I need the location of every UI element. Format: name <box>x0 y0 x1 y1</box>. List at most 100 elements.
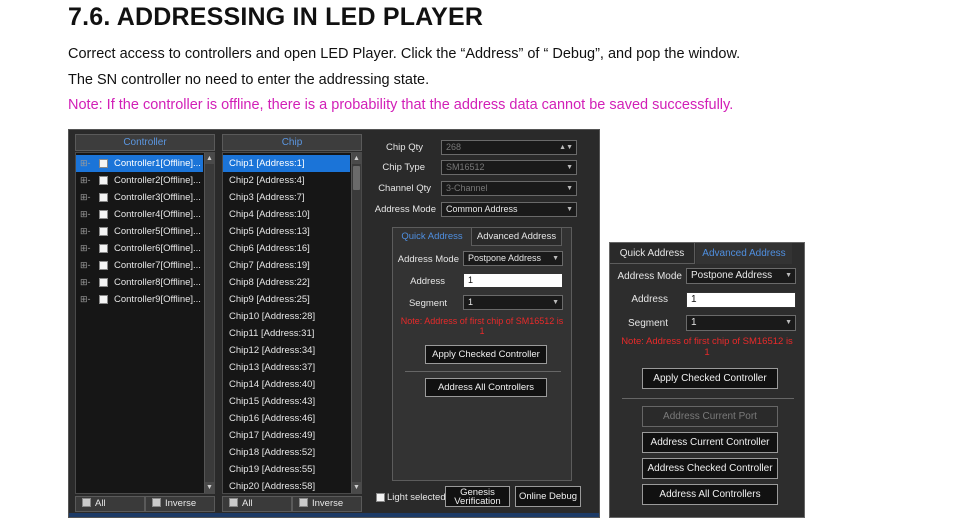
controller-name: Controller6[Offline]... <box>114 243 201 254</box>
segment-label: Segment <box>627 318 668 329</box>
chip-list-item[interactable]: Chip19 [Address:55] <box>223 461 350 478</box>
controller-list: ⊞- Controller1[Offline]... ⊞- Controller2[O… <box>75 152 215 494</box>
chip-list-item[interactable]: Chip5 [Address:13] <box>223 223 350 240</box>
tree-expand-icon[interactable]: ⊞- <box>80 291 91 308</box>
chip-list-item[interactable]: Chip10 [Address:28] <box>223 308 350 325</box>
advanced-address-screenshot: Quick Address Advanced Address Address M… <box>609 242 805 518</box>
apply-checked-controller-button[interactable]: Apply Checked Controller <box>425 345 547 364</box>
chip-type-select[interactable]: SM16512 ▼ <box>441 160 577 175</box>
scroll-down-icon[interactable]: ▼ <box>352 482 361 493</box>
light-selected-label: Light selected c <box>387 492 454 503</box>
tab-advanced-address[interactable]: Advanced Address <box>696 243 792 264</box>
scroll-up-icon[interactable]: ▲ <box>352 153 361 164</box>
controller-list-item[interactable]: ⊞- Controller3[Offline]... <box>76 189 203 206</box>
chip-list-item[interactable]: Chip20 [Address:58] <box>223 478 350 493</box>
chip-list-item[interactable]: Chip9 [Address:25] <box>223 291 350 308</box>
chip-list-item[interactable]: Chip12 [Address:34] <box>223 342 350 359</box>
controller-list-item[interactable]: ⊞- Controller5[Offline]... <box>76 223 203 240</box>
controller-list-scrollbar[interactable]: ▲ ▼ <box>204 153 214 493</box>
window-bottom-edge <box>69 513 599 517</box>
chip-list-item[interactable]: Chip2 [Address:4] <box>223 172 350 189</box>
address-all-controllers-button[interactable]: Address All Controllers <box>642 484 778 505</box>
tab-quick-address[interactable]: Quick Address <box>395 228 469 247</box>
chip-list-item[interactable]: Chip1 [Address:1] <box>223 155 350 172</box>
controller-checkbox[interactable] <box>99 193 108 202</box>
address-input[interactable]: 1 <box>686 292 796 308</box>
chip-qty-input[interactable]: 268 ▲▼ <box>441 140 577 155</box>
chip-inverse-button[interactable]: Inverse <box>292 496 362 512</box>
chip-list-item[interactable]: Chip11 [Address:31] <box>223 325 350 342</box>
controller-checkbox[interactable] <box>99 295 108 304</box>
chip-list-item[interactable]: Chip6 [Address:16] <box>223 240 350 257</box>
tree-expand-icon[interactable]: ⊞- <box>80 189 91 206</box>
controller-checkbox[interactable] <box>99 244 108 253</box>
apply-checked-controller-button[interactable]: Apply Checked Controller <box>642 368 778 389</box>
light-selected-checkbox[interactable] <box>376 493 385 502</box>
online-debug-button[interactable]: Online Debug <box>515 486 581 507</box>
chip-list-item[interactable]: Chip7 [Address:19] <box>223 257 350 274</box>
controller-list-item[interactable]: ⊞- Controller1[Offline]... <box>76 155 203 172</box>
controller-name: Controller4[Offline]... <box>114 209 201 220</box>
spin-icon[interactable]: ▲▼ <box>559 141 573 154</box>
address-mode-select[interactable]: Postpone Address ▼ <box>463 251 563 266</box>
chip-list-item[interactable]: Chip4 [Address:10] <box>223 206 350 223</box>
scroll-down-icon[interactable]: ▼ <box>205 482 214 493</box>
tree-expand-icon[interactable]: ⊞- <box>80 223 91 240</box>
address-mode-select[interactable]: Common Address ▼ <box>441 202 577 217</box>
controller-name: Controller5[Offline]... <box>114 226 201 237</box>
tree-expand-icon[interactable]: ⊞- <box>80 240 91 257</box>
select-all-icon <box>229 498 238 507</box>
address-all-controllers-button[interactable]: Address All Controllers <box>425 378 547 397</box>
scroll-thumb[interactable] <box>353 166 360 190</box>
tree-expand-icon[interactable]: ⊞- <box>80 155 91 172</box>
channel-qty-select[interactable]: 3-Channel ▼ <box>441 181 577 196</box>
tree-expand-icon[interactable]: ⊞- <box>80 206 91 223</box>
address-mode-label: Address Mode <box>374 204 436 215</box>
first-chip-note: Note: Address of first chip of SM16512 i… <box>400 316 564 336</box>
controller-list-item[interactable]: ⊞- Controller8[Offline]... <box>76 274 203 291</box>
tree-expand-icon[interactable]: ⊞- <box>80 172 91 189</box>
controller-select-all-button[interactable]: All <box>75 496 145 512</box>
scroll-up-icon[interactable]: ▲ <box>205 153 214 164</box>
controller-inverse-button[interactable]: Inverse <box>145 496 215 512</box>
tree-expand-icon[interactable]: ⊞- <box>80 257 91 274</box>
controller-checkbox[interactable] <box>99 159 108 168</box>
chip-list-item[interactable]: Chip15 [Address:43] <box>223 393 350 410</box>
chip-list-item[interactable]: Chip18 [Address:52] <box>223 444 350 461</box>
controller-list-item[interactable]: ⊞- Controller4[Offline]... <box>76 206 203 223</box>
chevron-down-icon: ▼ <box>566 164 573 171</box>
controller-checkbox[interactable] <box>99 176 108 185</box>
address-input[interactable]: 1 <box>463 273 563 288</box>
chip-list-item[interactable]: Chip8 [Address:22] <box>223 274 350 291</box>
segment-select[interactable]: 1 ▼ <box>463 295 563 310</box>
controller-checkbox[interactable] <box>99 227 108 236</box>
chip-list-item[interactable]: Chip16 [Address:46] <box>223 410 350 427</box>
controller-list-item[interactable]: ⊞- Controller2[Offline]... <box>76 172 203 189</box>
chip-list-item[interactable]: Chip13 [Address:37] <box>223 359 350 376</box>
chip-list-scrollbar[interactable]: ▲ ▼ <box>351 153 361 493</box>
genesis-verification-button[interactable]: Genesis Verification <box>445 486 510 507</box>
segment-select[interactable]: 1 ▼ <box>686 315 796 331</box>
address-current-controller-button[interactable]: Address Current Controller <box>642 432 778 453</box>
controller-list-item[interactable]: ⊞- Controller9[Offline]... <box>76 291 203 308</box>
controller-checkbox[interactable] <box>99 210 108 219</box>
controller-list-item[interactable]: ⊞- Controller6[Offline]... <box>76 240 203 257</box>
chip-panel-header: Chip <box>222 134 362 151</box>
controller-list-item[interactable]: ⊞- Controller7[Offline]... <box>76 257 203 274</box>
tab-quick-address[interactable]: Quick Address <box>610 243 695 264</box>
chip-list-item[interactable]: Chip14 [Address:40] <box>223 376 350 393</box>
tab-advanced-address[interactable]: Advanced Address <box>471 227 562 246</box>
controller-checkbox[interactable] <box>99 261 108 270</box>
tree-expand-icon[interactable]: ⊞- <box>80 274 91 291</box>
controller-panel-header: Controller <box>75 134 215 151</box>
address-current-port-button[interactable]: Address Current Port <box>642 406 778 427</box>
chip-list-item[interactable]: Chip3 [Address:7] <box>223 189 350 206</box>
chevron-down-icon: ▼ <box>552 299 559 306</box>
address-mode-select[interactable]: Postpone Address ▼ <box>686 268 796 284</box>
controller-name: Controller2[Offline]... <box>114 175 201 186</box>
controller-checkbox[interactable] <box>99 278 108 287</box>
address-checked-controller-button[interactable]: Address Checked Controller <box>642 458 778 479</box>
chip-select-all-button[interactable]: All <box>222 496 292 512</box>
chip-list-item[interactable]: Chip17 [Address:49] <box>223 427 350 444</box>
controller-name: Controller8[Offline]... <box>114 277 201 288</box>
